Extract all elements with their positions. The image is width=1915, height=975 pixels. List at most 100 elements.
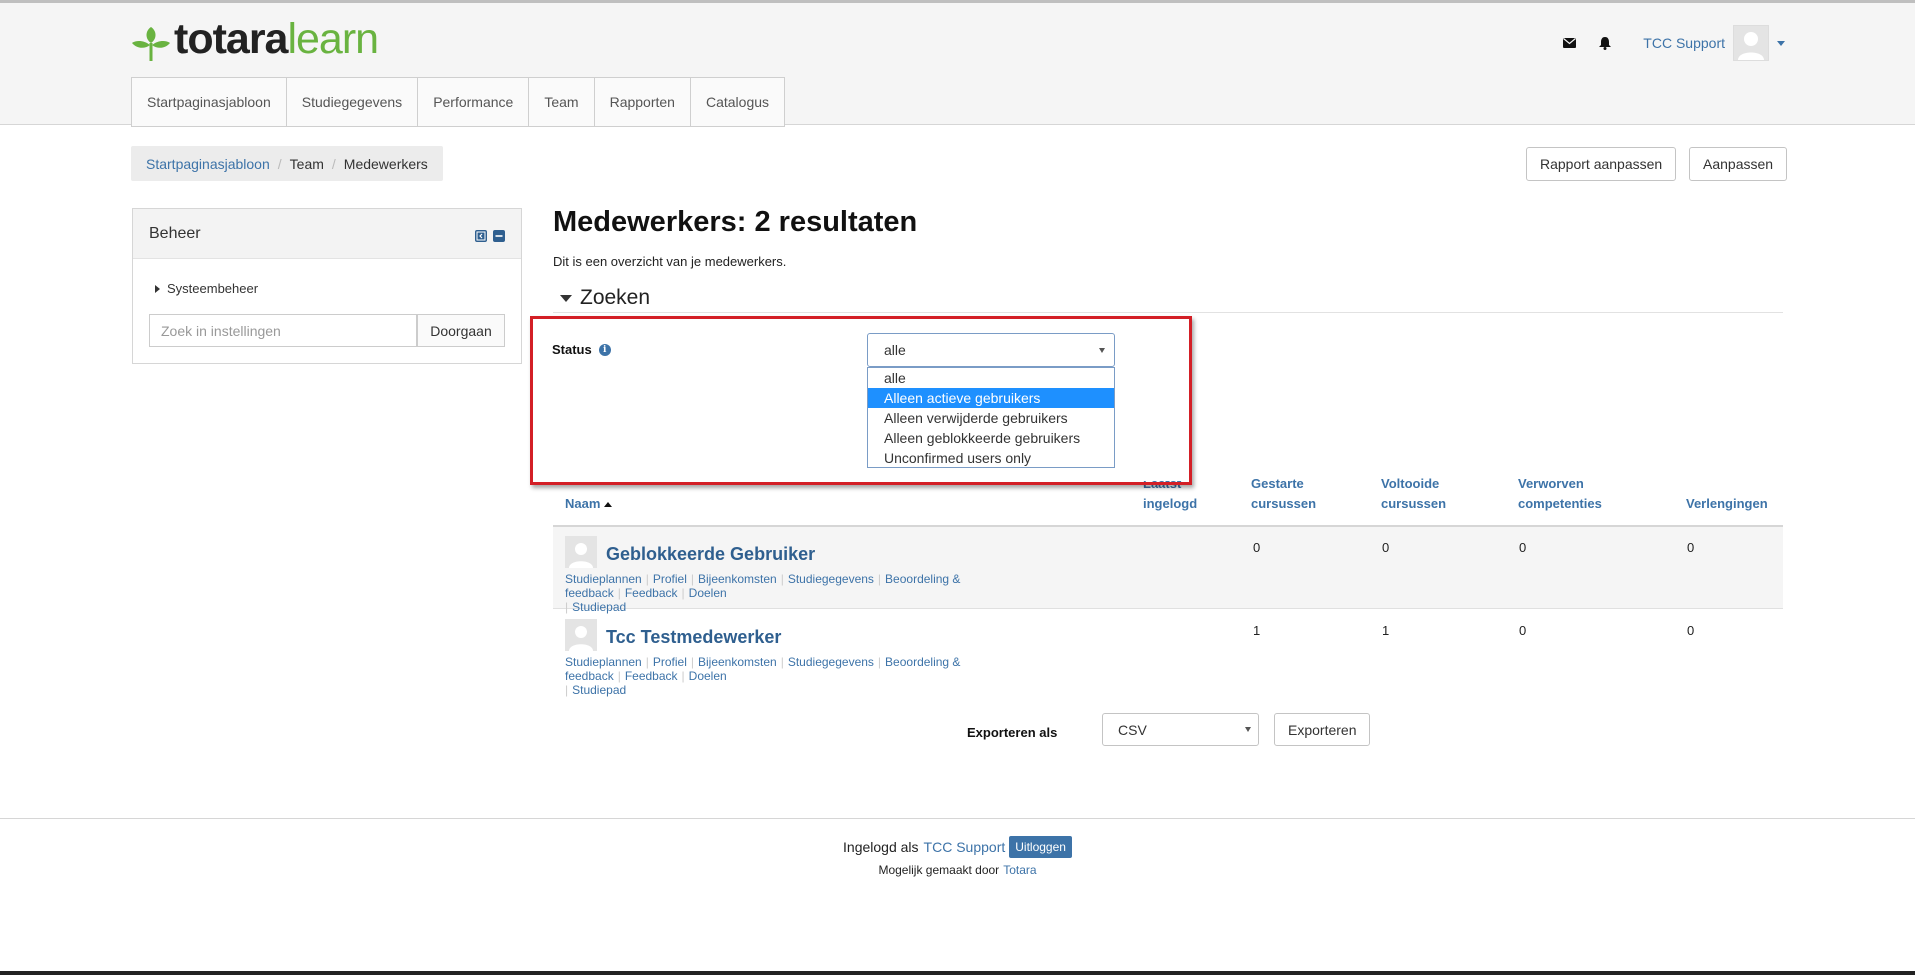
link-studiegegevens[interactable]: Studiegegevens — [788, 655, 874, 669]
block-header: Beheer — [133, 209, 521, 259]
logout-button[interactable]: Uitloggen — [1009, 836, 1072, 858]
link-profiel[interactable]: Profiel — [653, 655, 687, 669]
tree-item-systeembeheer[interactable]: Systeembeheer — [155, 281, 258, 296]
collapse-arrow-icon — [560, 294, 572, 302]
breadcrumb-team[interactable]: Team — [290, 156, 324, 172]
main-navigation: Startpaginasjabloon Studiegegevens Perfo… — [131, 77, 786, 127]
link-studieplannen[interactable]: Studieplannen — [565, 572, 642, 586]
cell-gestarte: 0 — [1253, 540, 1261, 555]
link-separator: | — [690, 655, 694, 669]
breadcrumb: Startpaginasjabloon / Team / Medewerkers — [131, 146, 443, 181]
user-avatar[interactable] — [565, 536, 597, 568]
cell-voltooide: 1 — [1382, 623, 1390, 638]
export-format-select[interactable]: CSV — [1102, 713, 1259, 746]
user-name-link[interactable]: Geblokkeerde Gebruiker — [606, 544, 815, 565]
nav-tab-studiegegevens[interactable]: Studiegegevens — [285, 77, 418, 127]
column-header-naam-label: Naam — [565, 496, 601, 511]
page-intro: Dit is een overzicht van je medewerkers. — [553, 254, 787, 269]
beheer-block: Beheer Systeembeheer Doorgaan — [132, 208, 522, 364]
dock-block-icon[interactable] — [475, 229, 487, 242]
collapse-block-icon[interactable] — [493, 229, 505, 242]
dropdown-arrow-icon — [1245, 727, 1251, 732]
block-controls — [475, 229, 505, 242]
user-action-links: Studieplannen | Profiel | Bijeenkomsten | Stud… — [565, 655, 1125, 697]
link-separator: | — [645, 572, 649, 586]
search-legend-label: Zoeken — [580, 286, 651, 309]
powered-by-text: Mogelijk gemaakt door — [878, 863, 1000, 877]
link-separator: | — [877, 572, 882, 586]
link-studiegegevens[interactable]: Studiegegevens — [788, 572, 874, 586]
link-profiel[interactable]: Profiel — [653, 572, 687, 586]
totara-logo[interactable]: totara learn — [130, 17, 379, 61]
doorgaan-button[interactable]: Doorgaan — [417, 314, 505, 347]
nav-tab-performance[interactable]: Performance — [417, 77, 529, 127]
column-header-gestarte-cursussen[interactable]: Gestarte cursussen — [1251, 474, 1316, 514]
envelope-icon[interactable] — [1559, 33, 1579, 53]
cell-verworven: 0 — [1519, 540, 1527, 555]
bell-icon[interactable] — [1595, 33, 1615, 53]
header-line: Verworven — [1518, 476, 1584, 491]
link-separator: | — [780, 572, 784, 586]
settings-search-input[interactable] — [149, 314, 417, 347]
link-separator: | — [645, 655, 649, 669]
user-menu: TCC Support — [1559, 25, 1785, 61]
header-line: Voltooide — [1381, 476, 1440, 491]
user-action-links: Studieplannen | Profiel | Bijeenkomsten | Stud… — [565, 572, 1125, 614]
search-section-toggle[interactable]: Zoeken — [560, 286, 650, 310]
tree-item-label: Systeembeheer — [167, 281, 259, 296]
footer-powered-by: Mogelijk gemaakt door Totara — [0, 863, 1915, 877]
logged-in-as-text: Ingelogd als — [843, 839, 919, 855]
user-name-link[interactable]: TCC Support — [1643, 35, 1725, 51]
cell-gestarte: 1 — [1253, 623, 1261, 638]
footer-user-link[interactable]: TCC Support — [924, 839, 1006, 855]
cell-verlengingen: 0 — [1687, 540, 1695, 555]
nav-tab-team[interactable]: Team — [528, 77, 594, 127]
breadcrumb-startpaginasjabloon[interactable]: Startpaginasjabloon — [146, 156, 270, 172]
link-feedback[interactable]: Feedback — [625, 669, 678, 683]
user-name-link[interactable]: Tcc Testmedewerker — [606, 627, 781, 648]
avatar[interactable] — [1733, 25, 1769, 61]
cell-verworven: 0 — [1519, 623, 1527, 638]
page-footer: Ingelogd als TCC Support Uitloggen Mogel… — [0, 818, 1915, 973]
link-doelen[interactable]: Doelen — [689, 586, 727, 600]
exporteren-button[interactable]: Exporteren — [1274, 713, 1371, 746]
breadcrumb-separator: / — [331, 155, 336, 172]
column-header-naam[interactable]: Naam — [565, 494, 613, 514]
link-separator: | — [617, 669, 621, 683]
expand-arrow-icon — [155, 284, 160, 293]
header-line: ingelogd — [1143, 496, 1198, 511]
column-header-verworven-competenties[interactable]: Verworven competenties — [1518, 474, 1602, 514]
page-header: totara learn TCC Support Startpaginasjabl… — [0, 3, 1915, 127]
rapport-aanpassen-button[interactable]: Rapport aanpassen — [1526, 147, 1677, 181]
breadcrumb-separator: / — [277, 155, 282, 172]
nav-tab-catalogus[interactable]: Catalogus — [689, 77, 786, 127]
header-line: competenties — [1518, 496, 1602, 511]
legend-divider — [553, 312, 1783, 313]
link-feedback[interactable]: Feedback — [625, 586, 678, 600]
block-title: Beheer — [149, 224, 201, 242]
header-line: cursussen — [1251, 496, 1317, 511]
export-format-value: CSV — [1118, 721, 1147, 738]
link-studiepad[interactable]: Studiepad — [572, 683, 626, 697]
highlight-annotation — [530, 316, 1192, 485]
table-row: Geblokkeerde Gebruiker Studieplannen | Pro… — [553, 527, 1783, 614]
nav-tab-rapporten[interactable]: Rapporten — [593, 77, 690, 127]
link-separator: | — [877, 655, 882, 669]
cell-verlengingen: 0 — [1687, 623, 1695, 638]
sort-ascending-icon — [604, 501, 613, 507]
bottom-rule — [0, 971, 1915, 975]
caret-down-icon[interactable] — [1777, 40, 1785, 46]
link-bijeenkomsten[interactable]: Bijeenkomsten — [698, 572, 777, 586]
column-header-voltooide-cursussen[interactable]: Voltooide cursussen — [1381, 474, 1446, 514]
column-header-verlengingen[interactable]: Verlengingen — [1686, 494, 1768, 514]
totara-link[interactable]: Totara — [1003, 863, 1036, 877]
user-avatar[interactable] — [565, 619, 597, 651]
page-title: Medewerkers: 2 resultaten — [553, 206, 918, 238]
link-studieplannen[interactable]: Studieplannen — [565, 655, 642, 669]
aanpassen-button[interactable]: Aanpassen — [1689, 147, 1788, 181]
link-bijeenkomsten[interactable]: Bijeenkomsten — [698, 655, 777, 669]
link-doelen[interactable]: Doelen — [689, 669, 727, 683]
nav-tab-startpaginasjabloon[interactable]: Startpaginasjabloon — [131, 77, 286, 127]
cell-voltooide: 0 — [1382, 540, 1390, 555]
link-separator: | — [681, 669, 685, 683]
